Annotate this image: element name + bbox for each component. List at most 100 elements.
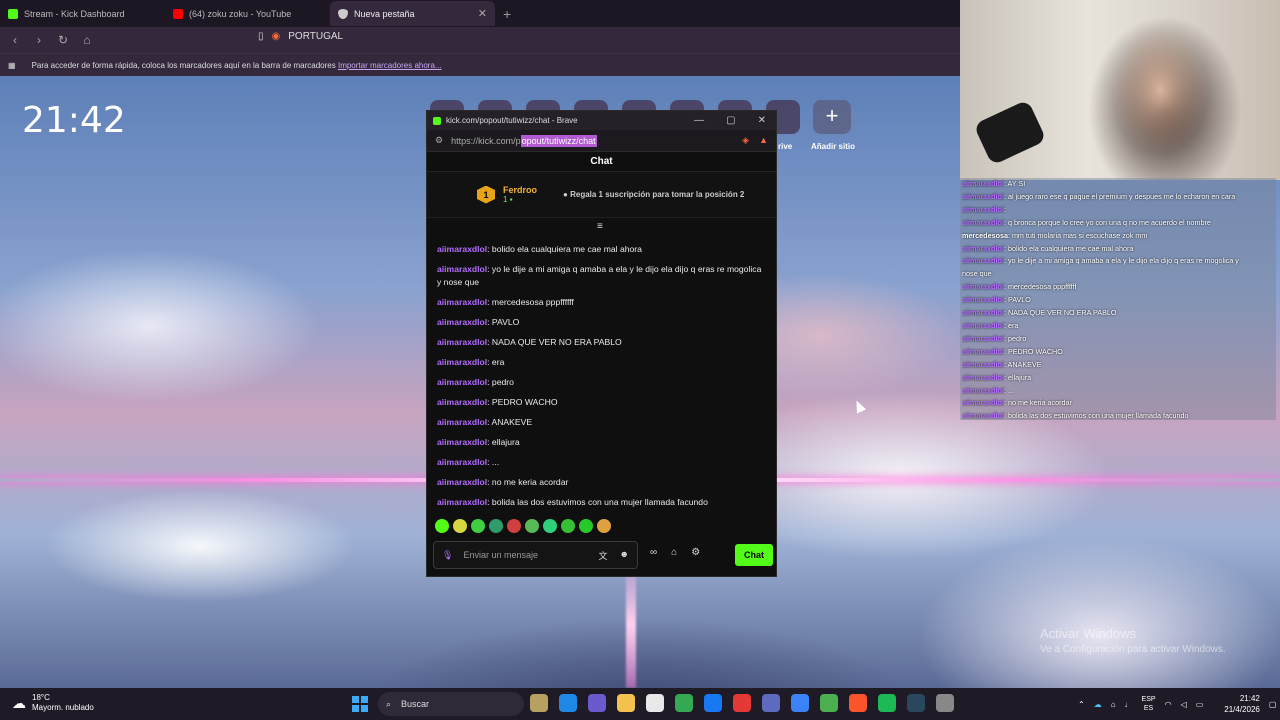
windows-start-icon[interactable] (352, 696, 368, 712)
browser-tab-bar: Stream - Kick Dashboard (64) zoku zoku -… (0, 0, 960, 27)
mic-tray-icon[interactable]: ♩ (1125, 700, 1133, 709)
chat-username[interactable]: aiimaraxdlol (437, 297, 487, 307)
overlay-username: aiimaraxdlol (962, 243, 1004, 253)
overlay-username: aiimaraxdlol (962, 191, 1004, 201)
taskbar-app-icon[interactable] (878, 694, 896, 712)
gift-leaderboard-banner[interactable]: 1 Ferdroo 1 ▪ ● Regala 1 suscripción par… (427, 172, 776, 218)
kick-icon (8, 8, 18, 19)
emote-icon[interactable] (543, 519, 557, 533)
onedrive-icon[interactable]: ☁ (1094, 700, 1102, 709)
chat-username[interactable]: aiimaraxdlol (437, 264, 487, 274)
system-tray: ⌃ ☁ ⌂ ♩ ESP ES ◠ ◁ ▭ 21:42 21/4/2026 ▢ (1078, 688, 1276, 720)
language-indicator[interactable]: ESP ES (1142, 695, 1156, 713)
chat-text: : PEDRO WACHO (487, 397, 558, 407)
taskbar-app-icon[interactable] (762, 694, 780, 712)
taskbar-search[interactable]: ⌕ Buscar (378, 692, 524, 716)
site-settings-icon[interactable]: ⚙ (435, 135, 443, 146)
taskbar-app-icon[interactable] (675, 694, 693, 712)
chat-username[interactable]: aiimaraxdlol (437, 377, 487, 387)
emoji-icon[interactable]: ☻ (620, 549, 629, 562)
overlay-message: aiimaraxdlol: al juego raro ese q pague … (962, 191, 1274, 204)
chat-text: : bolido ela cualquiera me cae mal ahora (487, 244, 642, 254)
taskbar-app-icon[interactable] (791, 694, 809, 712)
tab-youtube[interactable]: (64) zoku zoku - YouTube (165, 1, 330, 26)
chat-message: aiimaraxdlol: PAVLO (437, 316, 766, 329)
taskbar-app-icon[interactable] (936, 694, 954, 712)
battery-icon[interactable]: ▭ (1196, 700, 1204, 709)
bookmarks-bar: ▦ Para acceder de forma rápida, coloca l… (0, 53, 960, 76)
tab-kick-dashboard[interactable]: Stream - Kick Dashboard (0, 1, 165, 26)
emote-icon[interactable] (507, 519, 521, 533)
chat-username[interactable]: aiimaraxdlol (437, 397, 487, 407)
emote-icon[interactable] (453, 519, 467, 533)
brave-rewards-icon[interactable]: ▲ (759, 135, 768, 146)
emote-icon[interactable] (435, 519, 449, 533)
translate-icon[interactable]: 文 (599, 549, 608, 562)
taskbar-app-icon[interactable] (733, 694, 751, 712)
notifications-icon[interactable]: ▢ (1269, 700, 1277, 709)
users-icon[interactable]: ∞ (650, 547, 657, 558)
overlay-message: aiimaraxdlol: ANAKEVE (962, 359, 1274, 372)
back-icon[interactable]: ‹ (8, 33, 22, 47)
popout-url-bar[interactable]: ⚙ https://kick.com/popout/tutiwizz/chat … (427, 130, 776, 152)
chat-username[interactable]: aiimaraxdlol (437, 337, 487, 347)
overlay-username: aiimaraxdlol (962, 320, 1004, 330)
emote-icon[interactable] (489, 519, 503, 533)
network-icon[interactable]: ⌂ (1111, 700, 1116, 709)
store-icon[interactable]: ⌂ (671, 547, 677, 558)
chat-username[interactable]: aiimaraxdlol (437, 497, 487, 507)
address-bar[interactable]: ▯ ◉ PORTUGAL (258, 31, 343, 42)
microphone-icon[interactable]: 🎙 (442, 550, 453, 561)
emote-icon[interactable] (561, 519, 575, 533)
add-site-button[interactable]: + (813, 100, 851, 134)
brave-shield-icon[interactable]: ◈ (742, 135, 749, 146)
taskbar-app-icon[interactable] (849, 694, 867, 712)
weather-widget[interactable]: ☁ 18°C Mayorm. nublado (12, 693, 94, 713)
taskbar-app-icon[interactable] (559, 694, 577, 712)
taskbar-app-icon[interactable] (907, 694, 925, 712)
chat-username[interactable]: aiimaraxdlol (437, 457, 487, 467)
chat-username[interactable]: aiimaraxdlol (437, 357, 487, 367)
minimize-icon[interactable]: — (694, 115, 704, 126)
taskbar-app-icon[interactable] (646, 694, 664, 712)
new-tab-button[interactable]: + (503, 6, 511, 22)
chat-username[interactable]: aiimaraxdlol (437, 417, 487, 427)
browser-toolbar: ‹ › ↻ ⌂ ▯ ◉ PORTUGAL (0, 27, 960, 53)
emote-icon[interactable] (525, 519, 539, 533)
reload-icon[interactable]: ↻ (56, 33, 70, 47)
emote-icon[interactable] (597, 519, 611, 533)
chat-username[interactable]: aiimaraxdlol (437, 317, 487, 327)
collapse-pinned-icon[interactable]: ≡ (597, 221, 603, 232)
chat-username[interactable]: aiimaraxdlol (437, 244, 487, 254)
chat-username[interactable]: aiimaraxdlol (437, 437, 487, 447)
show-hidden-icons[interactable]: ⌃ (1078, 700, 1085, 709)
overlay-text: : PEDRO WACHO (1003, 346, 1063, 356)
chat-username[interactable]: aiimaraxdlol (437, 477, 487, 487)
close-tab-icon[interactable]: ✕ (478, 7, 487, 20)
forward-icon[interactable]: › (32, 33, 46, 47)
close-icon[interactable]: ✕ (758, 115, 766, 126)
taskbar-clock[interactable]: 21:42 21/4/2026 (1224, 693, 1260, 715)
import-bookmarks-link[interactable]: Importar marcadores ahora... (338, 61, 442, 70)
taskbar-app-icon[interactable] (820, 694, 838, 712)
emote-icon[interactable] (471, 519, 485, 533)
taskbar-app-icon[interactable] (530, 694, 548, 712)
bookmark-icon[interactable]: ▯ (258, 31, 264, 42)
chat-input[interactable]: 🎙 Enviar un mensaje 文 ☻ (433, 541, 638, 569)
taskbar-app-icon[interactable] (704, 694, 722, 712)
chat-message-list: aiimaraxdlol: bolido ela cualquiera me c… (427, 235, 776, 515)
taskbar-app-icon[interactable] (588, 694, 606, 712)
settings-gear-icon[interactable]: ⚙ (691, 547, 700, 558)
chat-message: aiimaraxdlol: ... (437, 456, 766, 469)
maximize-icon[interactable]: ▢ (726, 115, 735, 126)
taskbar-app-icon[interactable] (617, 694, 635, 712)
emote-icon[interactable] (579, 519, 593, 533)
volume-icon[interactable]: ◁ (1181, 700, 1187, 709)
apps-grid-icon[interactable]: ▦ (8, 61, 16, 70)
send-chat-button[interactable]: Chat (735, 544, 773, 566)
overlay-message: aiimaraxdlol: PAVLO (962, 294, 1274, 307)
overlay-username: aiimaraxdlol (962, 372, 1004, 382)
tab-new-tab[interactable]: Nueva pestaña ✕ (330, 1, 495, 26)
wifi-icon[interactable]: ◠ (1165, 700, 1172, 709)
home-icon[interactable]: ⌂ (80, 33, 94, 47)
